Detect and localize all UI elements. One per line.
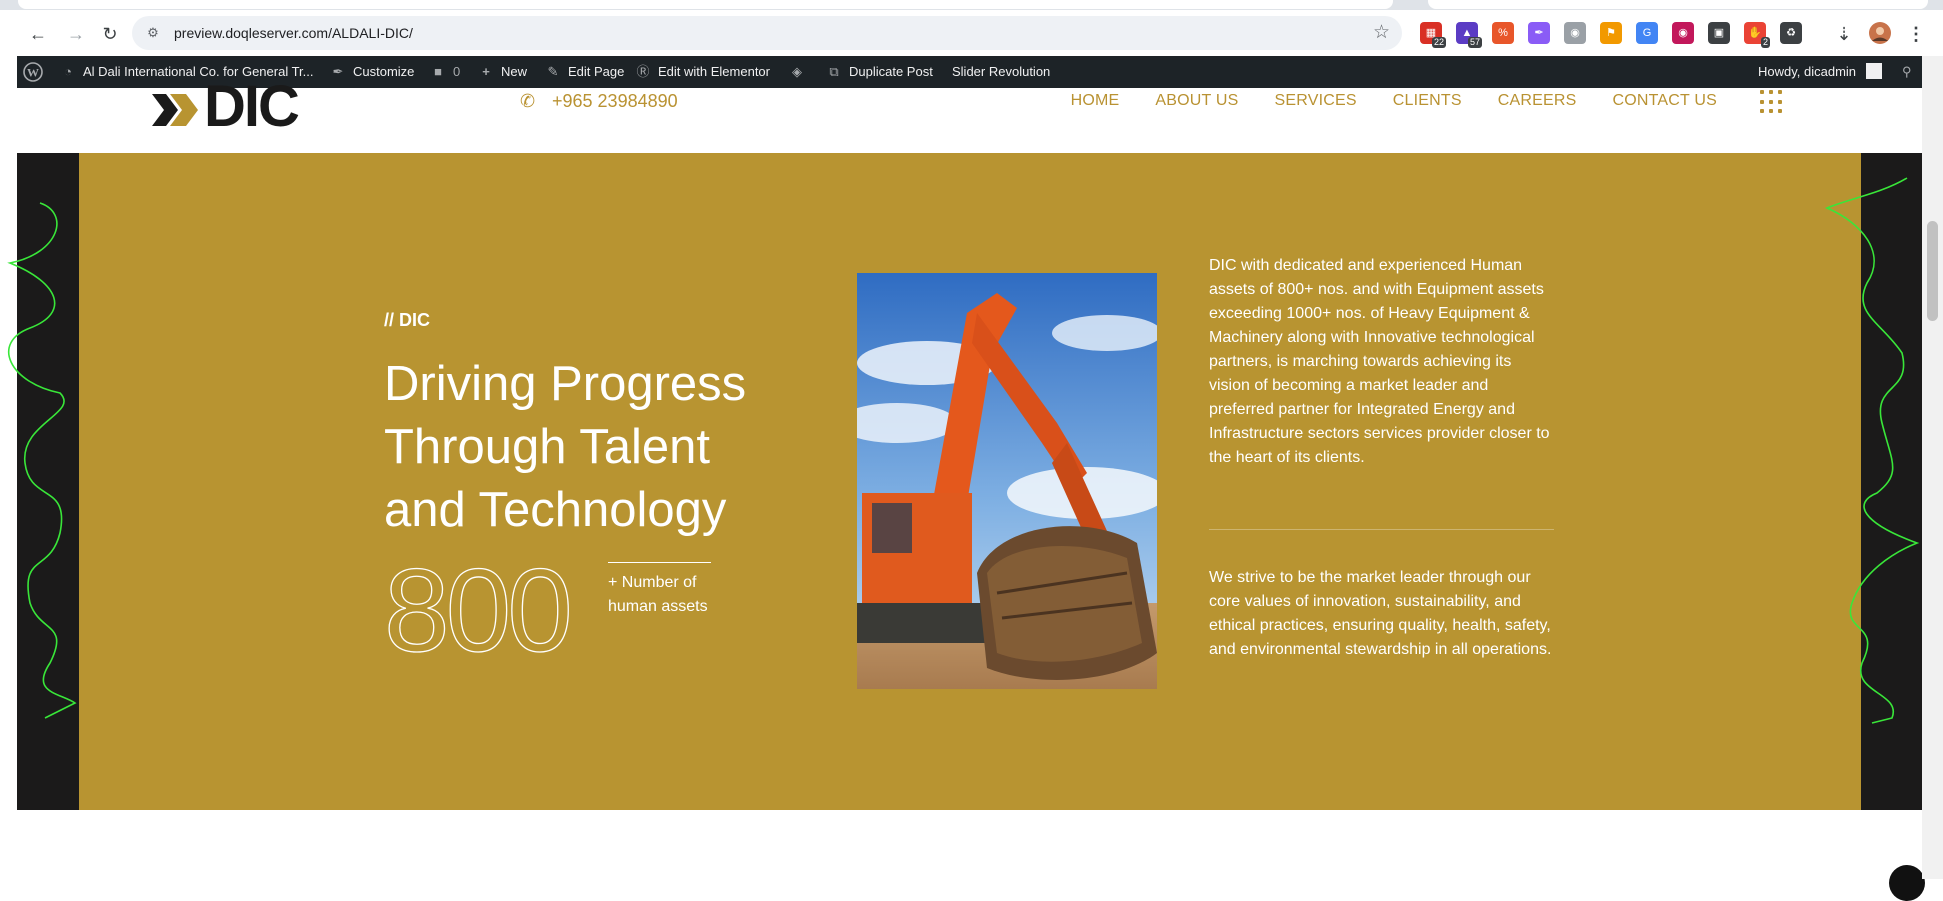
hero-kicker: // DIC [384, 310, 431, 330]
scrollbar-thumb[interactable] [1927, 221, 1938, 321]
site-settings-icon[interactable]: ⚙ [144, 24, 162, 42]
nav-about-us[interactable]: ABOUT US [1155, 88, 1238, 114]
mission-paragraph: We strive to be the market leader throug… [1209, 569, 1552, 658]
back-icon[interactable]: ← [26, 22, 50, 46]
hero-section: // DIC Driving Progress Through Talent a… [7, 153, 1922, 810]
scroll-to-top-button[interactable] [1889, 865, 1925, 901]
menu-icon[interactable]: ⋮ [1904, 22, 1928, 46]
diamond-icon: ◈ [792, 64, 802, 79]
camera-ext-icon[interactable]: ◉ [1564, 22, 1586, 44]
dashboard-icon: ◔ [64, 64, 72, 79]
extension-badge: 2 [1760, 37, 1770, 48]
wp-new[interactable]: + New [477, 56, 527, 88]
howdy-label: Howdy, dicadmin [1758, 64, 1857, 79]
wp-admin-bar: W ◔ Al Dali International Co. for General… [17, 56, 1922, 88]
browser-tab[interactable] [1428, 0, 1928, 9]
edit-page-label: Edit Page [568, 64, 625, 79]
nav-services[interactable]: SERVICES [1274, 88, 1356, 114]
edit-elementor-label: Edit with Elementor [658, 64, 770, 79]
reload-icon[interactable]: ↻ [98, 22, 122, 46]
stat-divider [608, 562, 711, 563]
main-nav: HOME ABOUT US SERVICES CLIENTS CAREERS C… [1071, 88, 1717, 114]
color-wheel-ext-icon[interactable]: ◉ [1672, 22, 1694, 44]
customize-label: Customize [353, 64, 415, 79]
extension-badge: 22 [1431, 37, 1446, 48]
forward-icon[interactable]: → [64, 22, 88, 46]
nav-home[interactable]: HOME [1071, 88, 1120, 114]
wp-comments[interactable]: ■ 0 [429, 56, 460, 88]
paragraph-divider [1209, 529, 1554, 530]
phone-icon: ✆ [520, 91, 536, 111]
wp-edit-elementor[interactable]: Ⓡ Edit with Elementor [634, 56, 770, 88]
wp-duplicate-post[interactable]: ⧉ Duplicate Post [825, 56, 933, 88]
url-text[interactable]: preview.doqleserver.com/ALDALI-DIC/ [174, 16, 413, 50]
hero-headline: Driving Progress Through Talent and Tech… [384, 357, 747, 537]
brush-icon: ✒ [332, 64, 344, 79]
bookmark-star-icon[interactable]: ☆ [1373, 22, 1390, 44]
hand-ext-icon[interactable]: ✋ 2 [1744, 22, 1770, 48]
hat-ext-icon[interactable]: ▲ 57 [1456, 22, 1482, 48]
logo-chevron-icon [152, 94, 198, 126]
logo-text: DIC [204, 74, 300, 139]
translate-ext-icon[interactable]: G [1636, 22, 1658, 44]
page: DIC ✆ +965 23984890 HOME ABOUT US SERVICE… [7, 78, 1925, 901]
phone-number: +965 23984890 [552, 91, 678, 111]
search-icon[interactable]: ⚲ [1902, 56, 1912, 88]
calendar-ext-icon[interactable]: ▦ 22 [1420, 22, 1446, 48]
percent-ext-icon[interactable]: % [1492, 22, 1514, 44]
pen-ext-icon[interactable]: ✒ [1528, 22, 1550, 44]
svg-text:W: W [27, 66, 39, 80]
wp-diamond[interactable]: ◈ [788, 56, 812, 88]
nav-careers[interactable]: CAREERS [1498, 88, 1577, 114]
pencil-icon: ✎ [547, 64, 559, 79]
elementor-icon: Ⓡ [636, 64, 650, 79]
wordpress-logo-icon[interactable]: W [23, 56, 43, 88]
plus-icon: + [482, 64, 490, 79]
clapper-ext-icon[interactable]: ▣ [1708, 22, 1730, 44]
avatar[interactable] [1868, 22, 1892, 46]
puzzle-ext-icon[interactable]: ♻ [1780, 22, 1802, 44]
grid-menu-icon[interactable] [1760, 88, 1786, 114]
stat-number: 800 [383, 544, 584, 677]
download-icon[interactable]: ⇣ [1832, 22, 1856, 46]
browser-toolbar: ← → ↻ ⚙ preview.doqleserver.com/ALDALI-D… [0, 10, 1943, 56]
wp-edit-page[interactable]: ✎ Edit Page [544, 56, 625, 88]
extension-badge: 57 [1467, 37, 1482, 48]
annotation-scribble-right [1824, 177, 1920, 724]
stat-label: + Number of human assets [608, 574, 708, 615]
stat-number-text: 800 [384, 553, 569, 663]
wp-howdy[interactable]: Howdy, dicadmin [1758, 56, 1882, 88]
nav-clients[interactable]: CLIENTS [1393, 88, 1462, 114]
browser-tab[interactable] [18, 0, 1393, 9]
comment-icon: ■ [434, 64, 442, 79]
wp-slider-revolution[interactable]: Slider Revolution [952, 56, 1050, 88]
browser-tab-strip [0, 0, 1943, 10]
header-phone[interactable]: ✆ +965 23984890 [520, 88, 678, 114]
duplicate-label: Duplicate Post [849, 64, 933, 79]
site-header: DIC ✆ +965 23984890 HOME ABOUT US SERVICE… [17, 78, 1922, 153]
about-paragraph: DIC with dedicated and experienced Human… [1209, 257, 1550, 466]
user-avatar-icon [1865, 63, 1882, 79]
key-ext-icon[interactable]: ⚑ [1600, 22, 1622, 44]
excavator-image [857, 273, 1157, 689]
nav-contact-us[interactable]: CONTACT US [1612, 88, 1717, 114]
annotation-scribble-left [7, 202, 77, 719]
wp-customize[interactable]: ✒ Customize [329, 56, 415, 88]
duplicate-icon: ⧉ [829, 64, 839, 79]
address-bar[interactable]: ⚙ preview.doqleserver.com/ALDALI-DIC/ ☆ [132, 16, 1402, 50]
comments-count: 0 [453, 64, 461, 79]
slider-label: Slider Revolution [952, 64, 1051, 79]
page-scrollbar[interactable] [1922, 56, 1943, 879]
new-label: New [501, 64, 528, 79]
